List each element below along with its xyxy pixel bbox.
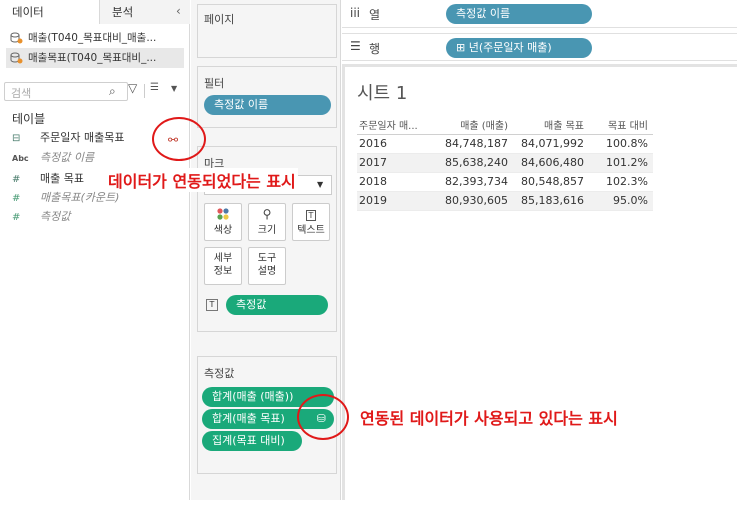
table-cell[interactable]: 82,393,734 (437, 172, 513, 192)
datasource-icon (10, 52, 23, 64)
string-type-icon: Abc (12, 154, 29, 163)
filters-shelf[interactable]: 필터 측정값 이름 (197, 66, 337, 128)
datasource-item-target[interactable]: 매출목표(T040_목표대비_... (6, 48, 184, 68)
search-placeholder: 검색 (11, 87, 32, 100)
field-order-date-target[interactable]: ⊟ 주문일자 매출목표 (12, 129, 124, 147)
measure-pill-label: 합계(매출 목표) (212, 412, 285, 425)
number-type-icon: # (12, 193, 21, 204)
table-cell[interactable]: 100.8% (589, 134, 653, 154)
table-cell[interactable]: 2017 (357, 153, 437, 173)
measure-values-title: 측정값 (204, 367, 235, 380)
toolbar-divider (144, 84, 145, 98)
field-measure-values[interactable]: # 측정값 (12, 208, 70, 226)
number-type-icon: # (12, 174, 21, 185)
table-icon: ⊟ (12, 133, 21, 144)
table-cell[interactable]: 2016 (357, 134, 437, 154)
tab-data[interactable]: 데이터 (0, 0, 100, 24)
filter-pill-measure-names[interactable]: 측정값 이름 (204, 95, 331, 115)
data-pane: 데이터 분석 ‹ 매출(T040_목표대비_매출... 매출목표(T040_목표… (0, 0, 190, 500)
pages-title: 페이지 (204, 13, 235, 26)
number-type-icon: # (12, 212, 21, 223)
column-header[interactable]: 매출 목표 (513, 115, 589, 135)
search-input[interactable]: 검색 ⌕ (4, 82, 128, 101)
table-cell[interactable]: 84,606,480 (513, 153, 589, 173)
columns-icon: iii (350, 6, 361, 20)
columns-pill-measure-names[interactable]: 측정값 이름 (446, 4, 592, 24)
color-button[interactable]: 색상 (204, 203, 242, 241)
field-label: 매출 목표 (40, 172, 84, 185)
table-cell[interactable]: 84,748,187 (437, 134, 513, 154)
table-row: 2016 84,748,187 84,071,992 100.8% (357, 134, 653, 154)
field-measure-names[interactable]: Abc 측정값 이름 (12, 149, 94, 167)
worksheet-view: 시트 1 주문일자 매... 매출 (매출) 매출 목표 목표 대비 2016 … (342, 64, 737, 500)
table-cell[interactable]: 85,638,240 (437, 153, 513, 173)
view-list-icon[interactable]: ☰ (150, 82, 159, 93)
color-palette-icon (205, 204, 241, 224)
pane-tab-bar: 데이터 분석 ‹ (0, 0, 190, 24)
rows-shelf[interactable]: ☰ 행 ⊞ 년(주문일자 매출) (342, 33, 737, 61)
chevron-down-icon: ▼ (317, 180, 324, 189)
text-label: 텍스트 (297, 225, 325, 236)
rows-label: 행 (369, 42, 381, 56)
datasource-icon (10, 32, 23, 44)
field-label: 측정값 이름 (40, 151, 95, 164)
table-cell[interactable]: 80,930,605 (437, 191, 513, 211)
field-label: 매출목표(카운트) (40, 191, 120, 204)
table-row: 2017 85,638,240 84,606,480 101.2% (357, 153, 653, 173)
field-sales-target[interactable]: # 매출 목표 (12, 170, 84, 188)
field-sales-target-count[interactable]: # 매출목표(카운트) (12, 189, 119, 207)
annotation-circle-link (152, 117, 206, 161)
table-cell[interactable]: 2018 (357, 172, 437, 192)
table-row: 2018 82,393,734 80,548,857 102.3% (357, 172, 653, 192)
color-label: 색상 (213, 225, 233, 236)
sheet-title: 시트 1 (357, 83, 408, 104)
datasource-item-sales[interactable]: 매출(T040_목표대비_매출... (6, 28, 184, 48)
search-icon: ⌕ (109, 84, 116, 98)
tooltip-button[interactable]: 도구 설명 (248, 247, 286, 285)
text-button[interactable]: T 텍스트 (292, 203, 330, 241)
size-label: 크기 (257, 225, 277, 236)
text-icon: T (293, 204, 329, 224)
table-header-row: 주문일자 매... 매출 (매출) 매출 목표 목표 대비 (357, 115, 653, 135)
filters-title: 필터 (204, 77, 225, 90)
tooltip-label: 도구 설명 (257, 253, 277, 277)
text-encoding-icon: T (206, 299, 218, 311)
collapse-pane-icon[interactable]: ‹ (176, 4, 181, 18)
size-button[interactable]: ⚲ 크기 (248, 203, 286, 241)
chevron-down-icon[interactable]: ▼ (171, 84, 177, 93)
field-label: 측정값 (40, 210, 71, 223)
table-cell[interactable]: 80,548,857 (513, 172, 589, 192)
table-cell[interactable]: 102.3% (589, 172, 653, 192)
rows-icon: ☰ (350, 39, 361, 53)
marks-pill-measure-values[interactable]: 측정값 (226, 295, 328, 315)
field-label: 주문일자 매출목표 (40, 131, 125, 144)
rows-pill-year-order-date[interactable]: ⊞ 년(주문일자 매출) (446, 38, 592, 58)
annotation-link-note: 데이터가 연동되었다는 표시 (106, 168, 298, 192)
table-cell[interactable]: 85,183,616 (513, 191, 589, 211)
filter-icon[interactable]: ▽ (128, 81, 137, 95)
datasource-label: 매출(T040_목표대비_매출... (28, 32, 157, 44)
size-icon: ⚲ (262, 207, 272, 221)
crosstab-table: 주문일자 매... 매출 (매출) 매출 목표 목표 대비 2016 84,74… (357, 115, 653, 211)
columns-shelf[interactable]: iii 열 측정값 이름 (342, 0, 737, 28)
datasource-label: 매출목표(T040_목표대비_... (28, 52, 157, 64)
columns-label: 열 (369, 8, 381, 22)
table-cell[interactable]: 2019 (357, 191, 437, 211)
annotation-circle-usage (297, 394, 349, 440)
table-row: 2019 80,930,605 85,183,616 95.0% (357, 191, 653, 211)
table-cell[interactable]: 101.2% (589, 153, 653, 173)
table-cell[interactable]: 84,071,992 (513, 134, 589, 154)
detail-label: 세부 정보 (213, 253, 233, 277)
pages-shelf[interactable]: 페이지 (197, 4, 337, 58)
table-cell[interactable]: 95.0% (589, 191, 653, 211)
tables-section-title: 테이블 (12, 112, 46, 126)
detail-button[interactable]: 세부 정보 (204, 247, 242, 285)
column-header[interactable]: 주문일자 매... (357, 115, 437, 135)
measure-pill-target-ratio[interactable]: 집계(목표 대비) (202, 431, 302, 451)
annotation-usage-note: 연동된 데이터가 사용되고 있다는 표시 (360, 409, 618, 428)
column-header[interactable]: 매출 (매출) (437, 115, 513, 135)
column-header[interactable]: 목표 대비 (589, 115, 653, 135)
